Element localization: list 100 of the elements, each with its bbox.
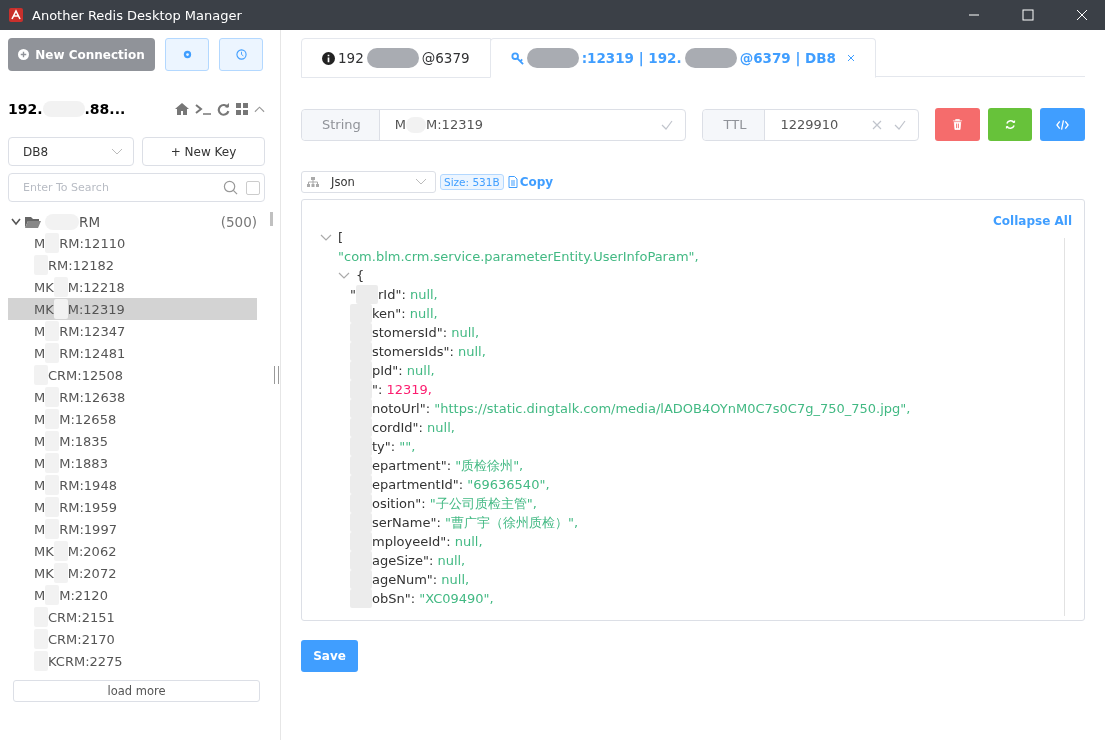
key-item[interactable]: M M:2120 [8,584,257,606]
chevron-icon [111,147,123,156]
key-item[interactable]: M M:1835 [8,430,257,452]
text-fragment: 192 [338,50,364,66]
text-fragment: MK [34,279,54,295]
text-fragment: M:12319 [67,301,125,317]
json-value: null, [406,363,435,378]
text-fragment: stomersId": [372,325,448,340]
json-value: "曹广宇（徐州质检）", [444,513,579,532]
json-value: null, [427,420,455,435]
text-fragment: M [34,455,46,471]
key-item[interactable]: CRM:2170 [8,628,257,650]
text-fragment: stomersIds": [372,344,454,359]
text-fragment: M:2062 [67,543,117,559]
text-fragment: RM:12481 [59,345,126,361]
text-fragment: M [34,499,46,515]
text-fragment: ageSize": [372,553,434,568]
checkbox[interactable] [246,180,260,195]
size-tag: Size: 531B [440,174,504,190]
scrollbar-thumb[interactable] [270,212,273,226]
key-item[interactable]: M RM:1948 [8,474,257,496]
json-value: "com.blm.crm.service.parameterEntity.UserInfoParam", [338,249,699,264]
refresh-icon [1004,119,1016,130]
search-icon[interactable] [223,180,238,195]
clock-icon [235,49,247,60]
document-icon [507,176,518,188]
window-title: Another Redis Desktop Manager [32,7,242,23]
text-fragment: RM:1948 [59,477,117,493]
text-fragment: MK [34,565,54,581]
text-fragment: M:12319 [426,117,483,132]
text-fragment: ": [372,382,383,397]
key-item[interactable]: RM:12182 [8,254,257,276]
text-fragment: RM [79,214,101,230]
tab[interactable]: 192 @6379 [301,38,491,78]
text-fragment: @6379 [421,50,470,66]
settings-button[interactable] [165,38,209,71]
key-item[interactable]: M RM:1997 [8,518,257,540]
text-fragment: ken": [372,306,406,321]
refresh-icon[interactable] [217,102,230,116]
key-item[interactable]: M M:12658 [8,408,257,430]
delete-button[interactable] [935,108,980,141]
chevron-icon[interactable] [11,218,21,226]
text-fragment: " [350,287,356,302]
key-item[interactable]: M RM:12347 [8,320,257,342]
text-fragment: M:2072 [67,565,117,581]
load-more-button[interactable]: load more [13,680,260,702]
key-item[interactable]: M RM:12481 [8,342,257,364]
text-fragment: M:12658 [59,411,117,427]
key-item[interactable]: M RM:1959 [8,496,257,518]
json-value: null, [441,572,470,587]
text-fragment: 192. [8,101,43,117]
json-value: null, [409,287,438,302]
text-fragment: RM:1997 [59,521,117,537]
database-select[interactable]: DB8 [8,137,134,166]
json-value: null, [454,534,483,549]
key-item[interactable]: M RM:12110 [8,232,257,254]
text-fragment: CRM:12508 [48,367,124,383]
code-icon [1056,119,1070,130]
key-item[interactable]: MK M:2072 [8,562,257,584]
text-fragment: MK [34,543,54,559]
ttl-field[interactable]: TTL 1229910 [702,108,920,141]
terminal-icon[interactable] [195,103,211,115]
json-value: null, [457,344,486,359]
format-select[interactable]: Json [301,171,436,193]
clear-icon[interactable] [872,119,883,130]
resize-handle[interactable] [273,366,279,384]
check-icon[interactable] [894,119,907,130]
key-item[interactable]: MK M:12319 [8,298,257,320]
history-button[interactable] [219,38,263,71]
code-button[interactable] [1040,108,1085,141]
maximize-icon[interactable] [1022,9,1034,21]
key-name-field[interactable]: String M M:12319 [301,108,687,141]
key-icon [510,51,524,65]
text-fragment: ageNum": [372,572,438,587]
json-value: "69636540", [467,477,550,492]
refresh-button[interactable] [987,108,1033,141]
text-fragment: pId": [372,363,403,378]
text-fragment: M:1883 [59,455,108,471]
home-icon[interactable] [175,103,189,115]
ttl-value: 1229910 [779,117,840,132]
key-item[interactable]: KCRM:2275 [8,650,257,672]
text-fragment: mployeeId": [372,534,451,549]
key-item[interactable]: MK M:12218 [8,276,257,298]
key-item[interactable]: M RM:12638 [8,386,257,408]
key-item[interactable]: M M:1883 [8,452,257,474]
text-fragment: :12319 | 192. [581,50,682,66]
key-item[interactable]: CRM:12508 [8,364,257,386]
key-item[interactable]: CRM:2151 [8,606,257,628]
check-icon[interactable] [661,119,674,130]
json-value: null, [437,553,466,568]
bracket: { [356,268,365,283]
json-value: "", [399,439,416,454]
new-key-button[interactable]: + New Key [142,137,265,166]
text-fragment: osition": [372,496,426,511]
text-fragment: M [394,117,406,132]
chevron-icon [415,178,427,186]
key-item[interactable]: MK M:2062 [8,540,257,562]
search-box[interactable]: Enter To Search [8,173,265,202]
text-fragment: cordId": [372,420,423,435]
grid-icon[interactable] [236,103,248,115]
